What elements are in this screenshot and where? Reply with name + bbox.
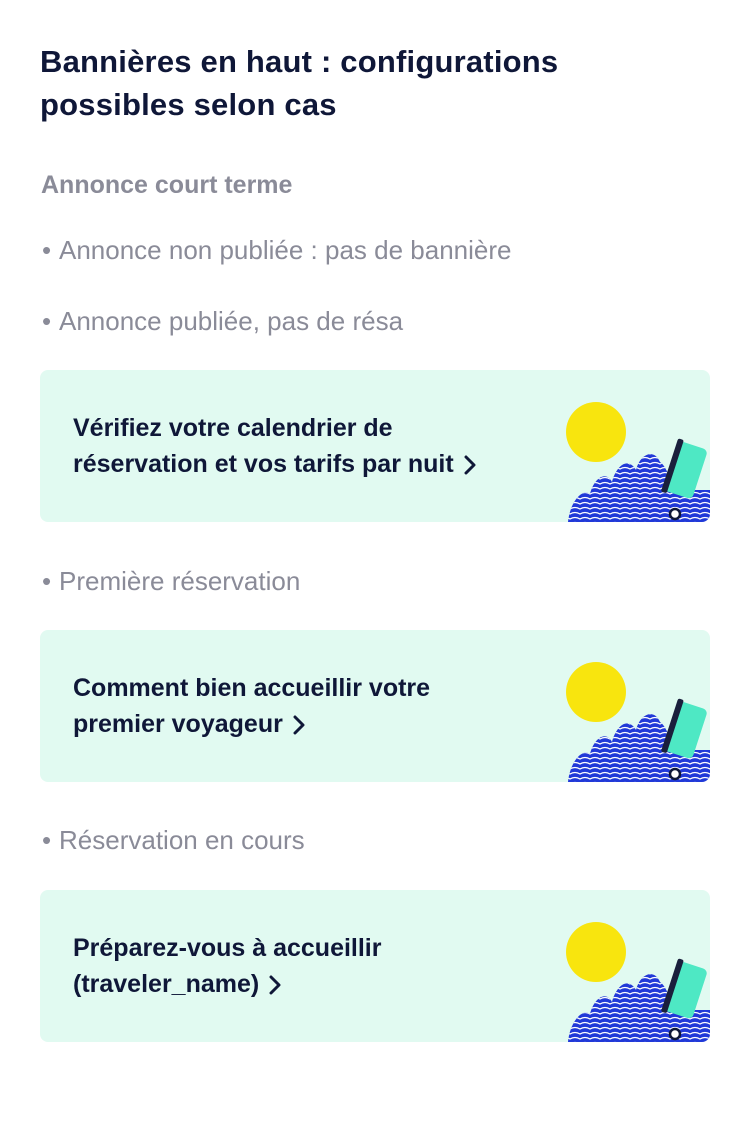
case-item: • Première réservation xyxy=(42,563,300,599)
banner-line: Comment bien accueillir votre xyxy=(73,674,431,702)
case-label: Première réservation xyxy=(59,566,301,596)
sun-shape xyxy=(566,402,626,462)
sun-shape xyxy=(566,922,626,982)
banner-calendar[interactable]: Vérifiez votre calendrier de réservation… xyxy=(40,370,710,522)
wheel-shape xyxy=(668,767,682,781)
banner-line: (traveler_name) xyxy=(73,970,260,998)
beach-illustration xyxy=(550,370,710,522)
banner-prepare-welcome[interactable]: Préparez-vous à accueillir (traveler_nam… xyxy=(40,890,710,1042)
banner-line: premier voyageur xyxy=(73,710,283,738)
case-label: Annonce non publiée : pas de bannière xyxy=(59,235,512,265)
beach-illustration xyxy=(550,890,710,1042)
case-label: Annonce publiée, pas de résa xyxy=(59,306,404,336)
bullet: • xyxy=(42,566,52,596)
wheel-shape xyxy=(668,1027,682,1041)
banner-line: Vérifiez votre calendrier de xyxy=(73,414,393,442)
bullet: • xyxy=(42,235,52,265)
sun-shape xyxy=(566,662,626,722)
banner-text[interactable]: Vérifiez votre calendrier de réservation… xyxy=(73,410,543,482)
bullet: • xyxy=(42,306,52,336)
case-item: • Réservation en cours xyxy=(42,822,305,858)
chevron-right-icon xyxy=(293,715,305,735)
banner-text[interactable]: Préparez-vous à accueillir (traveler_nam… xyxy=(73,930,543,1002)
case-label: Réservation en cours xyxy=(59,825,305,855)
banner-first-guest[interactable]: Comment bien accueillir votre premier vo… xyxy=(40,630,710,782)
banner-line: réservation et vos tarifs par nuit xyxy=(73,450,454,478)
section-label: Annonce court terme xyxy=(41,171,293,199)
page-title: Bannières en haut : configurations possi… xyxy=(40,44,559,122)
case-item: • Annonce non publiée : pas de bannière xyxy=(42,232,511,268)
bullet: • xyxy=(42,825,52,855)
chevron-right-icon xyxy=(464,455,476,475)
case-item: • Annonce publiée, pas de résa xyxy=(42,303,403,339)
beach-illustration xyxy=(550,630,710,782)
banner-line: Préparez-vous à accueillir xyxy=(73,934,382,962)
wheel-shape xyxy=(668,507,682,521)
banner-text[interactable]: Comment bien accueillir votre premier vo… xyxy=(73,670,543,742)
chevron-right-icon xyxy=(269,975,281,995)
